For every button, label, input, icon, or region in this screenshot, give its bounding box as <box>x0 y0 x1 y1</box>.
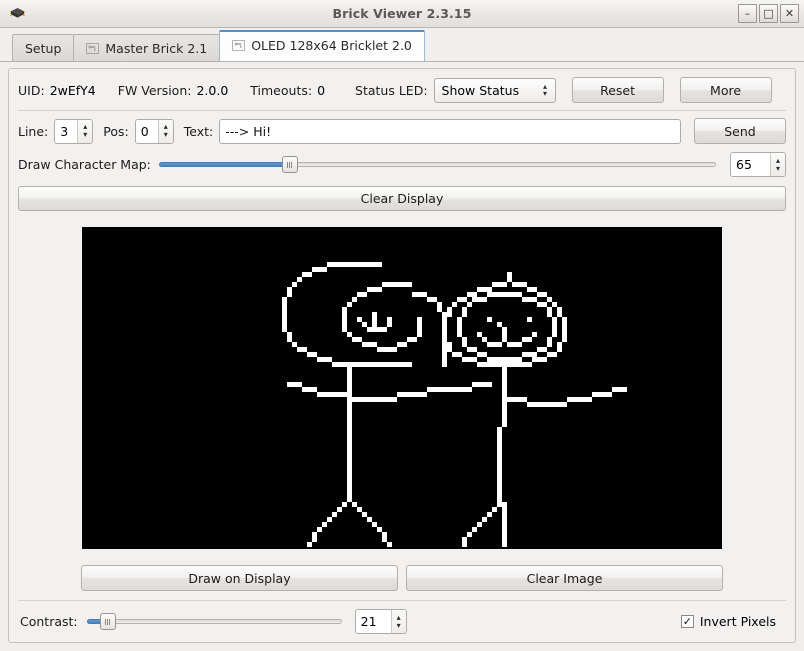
maximize-button[interactable]: □ <box>759 4 778 23</box>
uid-value: 2wEfY4 <box>49 82 96 98</box>
line-spinner[interactable]: 3 ▴ ▾ <box>54 118 94 144</box>
charmap-value: 65 <box>731 153 757 176</box>
chip-icon <box>7 4 29 24</box>
tab-label: OLED 128x64 Bricklet 2.0 <box>251 38 412 53</box>
oled-display-area <box>18 211 786 557</box>
slider-track <box>86 619 342 624</box>
tab-label: Setup <box>25 40 62 56</box>
spinner-arrows-icon[interactable]: ▴ ▾ <box>77 119 93 143</box>
fw-version-label: FW Version: <box>117 82 192 98</box>
charmap-row: Draw Character Map: 65 ▴ ▾ <box>18 152 786 177</box>
charmap-label: Draw Character Map: <box>18 157 151 172</box>
text-input[interactable]: ---> Hi! <box>219 118 681 144</box>
title-bar: Brick Viewer 2.3.15 – □ ✕ <box>0 0 804 28</box>
tab-bar: Setup Master Brick 2.1 OLED 128x64 Brick… <box>0 28 804 62</box>
chevron-updown-icon: ▴ ▾ <box>543 82 548 98</box>
timeouts-value: 0 <box>317 82 326 98</box>
oled-display-canvas[interactable] <box>82 227 722 549</box>
text-label: Text: <box>183 123 214 139</box>
reset-button[interactable]: Reset <box>571 77 664 103</box>
contrast-label: Contrast: <box>20 614 78 629</box>
checkbox-box[interactable]: ✓ <box>680 615 694 628</box>
send-button[interactable]: Send <box>694 118 786 144</box>
contrast-slider[interactable] <box>86 612 342 632</box>
charmap-spinner[interactable]: 65 ▴ ▾ <box>730 152 786 177</box>
slider-thumb[interactable] <box>281 156 298 173</box>
tab-oled-bricklet[interactable]: OLED 128x64 Bricklet 2.0 <box>219 30 425 61</box>
pos-spinner[interactable]: 0 ▴ ▾ <box>134 118 174 144</box>
tab-setup[interactable]: Setup <box>12 34 75 61</box>
invert-pixels-checkbox[interactable]: ✓ Invert Pixels <box>680 614 776 629</box>
spinner-arrows-icon[interactable]: ▴ ▾ <box>770 153 785 176</box>
device-info-row: UID: 2wEfY4 FW Version: 2.0.0 Timeouts: … <box>18 77 786 103</box>
back-arrow-icon <box>86 42 100 55</box>
charmap-slider[interactable] <box>158 155 716 175</box>
more-button[interactable]: More <box>679 77 772 103</box>
spinner-arrows-icon[interactable]: ▴ ▾ <box>390 610 406 633</box>
invert-pixels-label: Invert Pixels <box>699 614 776 629</box>
tab-label: Master Brick 2.1 <box>105 40 208 56</box>
pos-label: Pos: <box>103 123 129 139</box>
clear-image-button[interactable]: Clear Image <box>406 565 723 591</box>
timeouts-label: Timeouts: <box>250 82 313 98</box>
status-led-select[interactable]: Show Status ▴ ▾ <box>433 77 556 103</box>
content-area: UID: 2wEfY4 FW Version: 2.0.0 Timeouts: … <box>0 62 804 651</box>
contrast-spinner[interactable]: 21 ▴ ▾ <box>354 609 407 634</box>
close-button[interactable]: ✕ <box>780 4 799 23</box>
pos-value: 0 <box>135 119 158 143</box>
status-led-label: Status LED: <box>355 82 428 98</box>
spinner-arrows-icon[interactable]: ▴ ▾ <box>157 119 173 143</box>
oled-panel: UID: 2wEfY4 FW Version: 2.0.0 Timeouts: … <box>8 68 796 643</box>
contrast-value: 21 <box>355 610 382 633</box>
fw-version-value: 2.0.0 <box>196 82 229 98</box>
line-label: Line: <box>18 123 49 139</box>
minimize-button[interactable]: – <box>738 4 757 23</box>
contrast-row: Contrast: 21 ▴ ▾ ✓ Invert Pixels <box>18 601 786 636</box>
application-window: Brick Viewer 2.3.15 – □ ✕ Setup Master B… <box>0 0 804 651</box>
text-entry-row: Line: 3 ▴ ▾ Pos: 0 ▴ ▾ Text: ---> Hi! Send <box>18 118 786 144</box>
draw-on-display-button[interactable]: Draw on Display <box>81 565 398 591</box>
line-value: 3 <box>55 119 78 143</box>
back-arrow-icon <box>232 39 246 52</box>
slider-fill <box>158 162 290 167</box>
window-title: Brick Viewer 2.3.15 <box>332 6 472 21</box>
image-buttons-row: Draw on Display Clear Image <box>18 557 786 591</box>
uid-label: UID: <box>18 82 45 98</box>
window-controls: – □ ✕ <box>738 4 801 23</box>
slider-thumb[interactable] <box>99 613 116 630</box>
separator <box>18 110 786 111</box>
status-led-value: Show Status <box>441 82 520 98</box>
clear-display-button[interactable]: Clear Display <box>18 186 786 211</box>
tab-master-brick[interactable]: Master Brick 2.1 <box>73 34 221 61</box>
